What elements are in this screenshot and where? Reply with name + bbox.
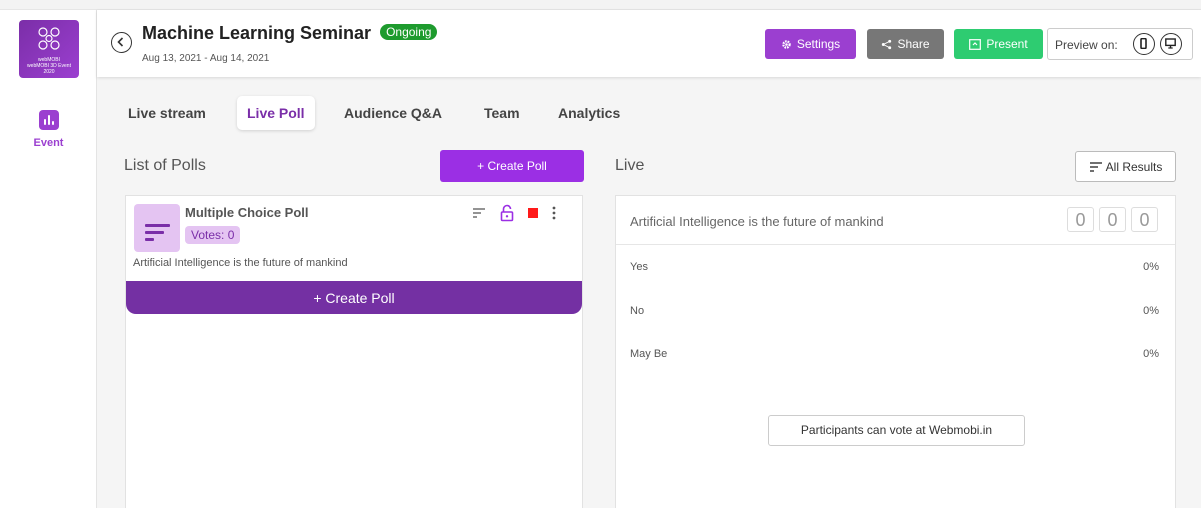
stop-icon[interactable] [528, 208, 538, 218]
preview-mobile-button[interactable] [1133, 33, 1155, 55]
option-label: May Be [630, 348, 668, 360]
settings-label: Settings [796, 37, 841, 51]
sort-icon[interactable] [472, 207, 486, 219]
back-button[interactable] [111, 32, 132, 53]
rail-item-event[interactable]: Event [0, 110, 97, 149]
preview-label: Preview on: [1055, 38, 1118, 52]
create-poll-button[interactable]: + Create Poll [440, 150, 584, 182]
mobile-icon [1140, 38, 1147, 49]
present-icon [969, 38, 982, 50]
poll-list-icon [134, 204, 180, 252]
event-title: Machine Learning Seminar [142, 23, 372, 43]
tab-analytics[interactable]: Analytics [558, 96, 620, 130]
tab-live-poll[interactable]: Live Poll [237, 96, 315, 130]
present-button[interactable]: Present [954, 29, 1043, 59]
live-panel: Artificial Intelligence is the future of… [615, 195, 1176, 508]
settings-button[interactable]: Settings [765, 29, 856, 59]
counter-digit: 0 [1099, 207, 1126, 232]
tab-team[interactable]: Team [484, 96, 520, 130]
unlock-icon[interactable] [500, 204, 514, 222]
option-percent: 0% [1143, 348, 1159, 360]
more-vertical-icon[interactable] [552, 206, 556, 220]
tab-live-stream[interactable]: Live stream [128, 96, 206, 130]
event-dates: Aug 13, 2021 - Aug 14, 2021 [142, 53, 270, 64]
bar-chart-icon [38, 110, 59, 130]
gear-icon [782, 39, 791, 49]
live-section-title: Live [615, 157, 645, 174]
rail-item-label: Event [33, 137, 64, 149]
preview-toggle: Preview on: [1047, 28, 1193, 60]
event-header: Machine Learning Seminar Ongoing Aug 13,… [97, 10, 1201, 77]
tab-audience-qa[interactable]: Audience Q&A [344, 96, 442, 130]
all-results-label: All Results [1105, 159, 1163, 174]
polls-section-title: List of Polls [124, 157, 206, 174]
vote-counter: 0 0 0 [1067, 207, 1158, 232]
present-label: Present [986, 37, 1028, 51]
sort-icon [1089, 161, 1102, 172]
poll-question: Artificial Intelligence is the future of… [133, 257, 348, 269]
option-percent: 0% [1143, 305, 1159, 317]
counter-digit: 0 [1067, 207, 1094, 232]
poll-type: Multiple Choice Poll [185, 205, 309, 220]
live-question: Artificial Intelligence is the future of… [630, 214, 884, 229]
share-icon [882, 39, 892, 49]
desktop-icon [1165, 38, 1176, 49]
votes-badge: Votes: 0 [185, 226, 241, 244]
poll-card[interactable]: Multiple Choice Poll Votes: 0 Artificial… [126, 196, 582, 314]
top-strip [0, 0, 1201, 10]
option-percent: 0% [1143, 261, 1159, 273]
share-button[interactable]: Share [867, 29, 944, 59]
option-label: No [630, 305, 645, 317]
app-root: webMOBI webMOBI 3D Event 2020 Event Mach… [0, 0, 1201, 508]
page-title: Machine Learning Seminar Ongoing [142, 23, 438, 44]
left-rail: webMOBI webMOBI 3D Event 2020 Event [0, 10, 97, 508]
polls-list-panel: Multiple Choice Poll Votes: 0 Artificial… [125, 195, 583, 508]
poll-card-actions [472, 204, 556, 222]
logo-text: webMOBI webMOBI 3D Event 2020 [19, 57, 79, 75]
divider [616, 244, 1175, 245]
event-logo[interactable]: webMOBI webMOBI 3D Event 2020 [19, 20, 79, 78]
logo-line-3: 2020 [43, 69, 55, 75]
status-badge: Ongoing [380, 24, 438, 40]
option-label: Yes [630, 261, 648, 273]
share-label: Share [897, 37, 930, 51]
chevron-left-icon [117, 37, 124, 47]
all-results-button[interactable]: All Results [1075, 151, 1176, 182]
logo-emblem-icon [38, 27, 60, 50]
preview-desktop-button[interactable] [1160, 33, 1182, 55]
create-poll-bar-button[interactable]: + Create Poll [126, 281, 582, 314]
counter-digit: 0 [1131, 207, 1158, 232]
participants-note: Participants can vote at Webmobi.in [768, 415, 1025, 446]
